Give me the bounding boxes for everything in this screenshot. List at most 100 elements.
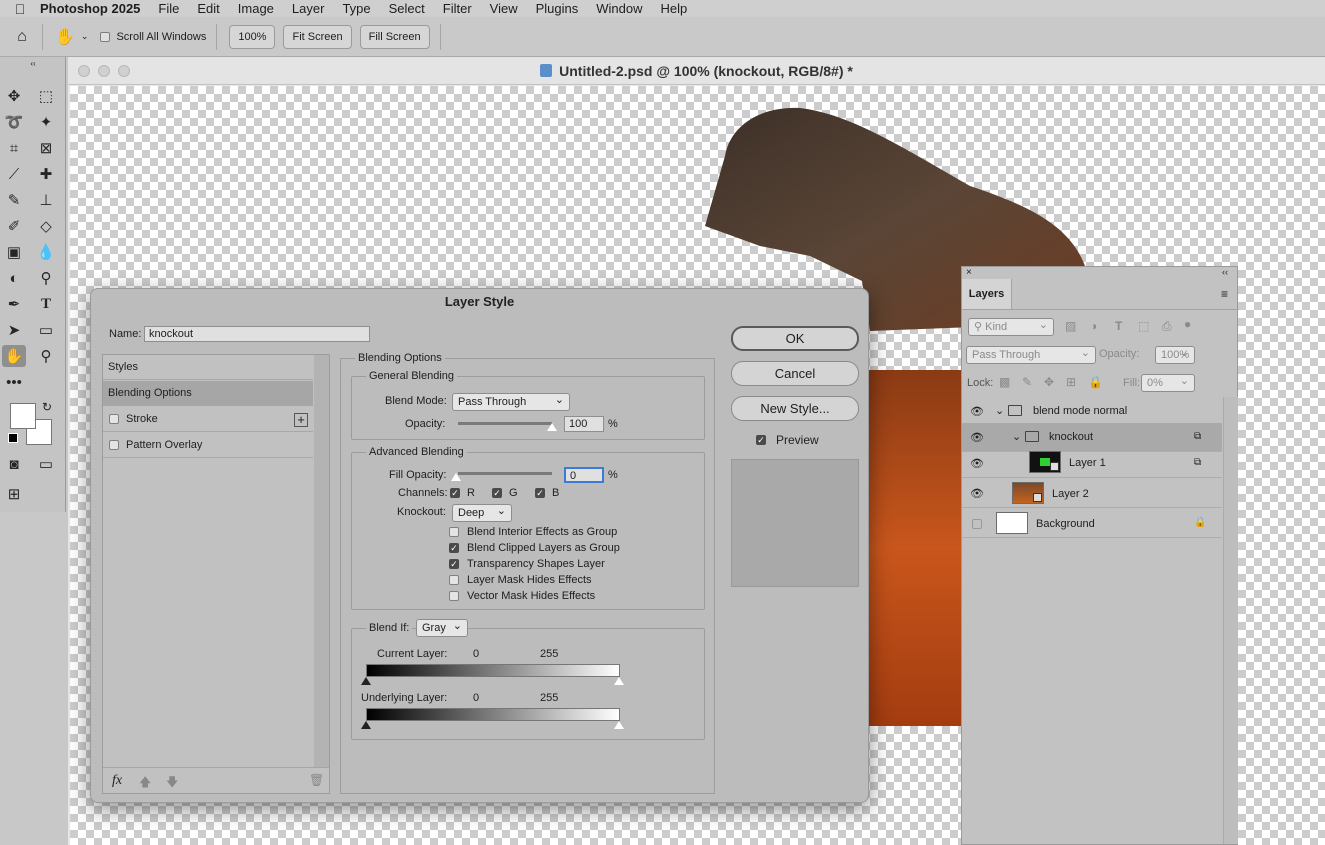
filter-pixel-icon[interactable]: ▨ (1065, 319, 1076, 333)
menu-type[interactable]: Type (342, 1, 370, 16)
layers-scrollbar[interactable] (1223, 397, 1238, 844)
gradient-tool-icon[interactable]: ▣ (2, 241, 26, 263)
opacity-slider-thumb[interactable] (547, 423, 557, 431)
dodge-tool-icon[interactable]: ◐ (2, 267, 26, 289)
menu-edit[interactable]: Edit (197, 1, 219, 16)
hand-tool-icon[interactable]: ✋ (55, 27, 75, 47)
filter-smart-object-icon[interactable]: ⎙ (1162, 319, 1172, 334)
close-icon[interactable] (78, 65, 90, 77)
menu-file[interactable]: File (158, 1, 179, 16)
brush-tool-icon[interactable]: ✎ (2, 189, 26, 211)
underlying-layer-gradient[interactable] (366, 708, 620, 721)
styles-list-item-pattern-overlay[interactable]: Pattern Overlay (103, 433, 313, 458)
current-layer-gradient[interactable] (366, 664, 620, 677)
layer-opacity-input[interactable]: 100% (1155, 345, 1195, 364)
layer-row-knockout[interactable]: 👁 ⌄ knockout ⧉ (962, 423, 1222, 452)
styles-list-scrollbar[interactable] (314, 355, 329, 767)
menu-image[interactable]: Image (238, 1, 274, 16)
lasso-tool-icon[interactable]: ➰ (2, 111, 26, 133)
eraser-tool-icon[interactable]: ◇ (34, 215, 58, 237)
frame-tool-icon[interactable]: ⊠ (34, 137, 58, 159)
fx-icon[interactable]: fx (112, 773, 122, 789)
fit-screen-button[interactable]: Fit Screen (283, 24, 352, 49)
menu-select[interactable]: Select (389, 1, 425, 16)
fill-opacity-slider-track[interactable] (458, 472, 552, 475)
foreground-color-swatch[interactable] (10, 403, 36, 429)
menu-filter[interactable]: Filter (443, 1, 472, 16)
path-selection-icon[interactable]: ➤ (2, 319, 26, 341)
rectangle-tool-icon[interactable]: ▭ (34, 319, 58, 341)
menu-help[interactable]: Help (661, 1, 688, 16)
lock-image-icon[interactable]: ✎ (1022, 375, 1032, 389)
blend-mode-dropdown[interactable]: Pass Through (452, 392, 570, 411)
disclosure-chevron-icon[interactable]: ⌄ (1012, 430, 1021, 443)
default-colors-icon[interactable] (8, 433, 18, 443)
visibility-empty-box[interactable] (972, 519, 982, 529)
layer-row-background[interactable]: Background 🔒 (962, 509, 1222, 538)
type-tool-icon[interactable]: T (34, 293, 58, 315)
move-down-icon[interactable]: 🡇 (166, 773, 178, 794)
add-stroke-icon[interactable]: + (294, 413, 308, 427)
marquee-tool-icon[interactable]: ⬚ (34, 85, 58, 107)
filter-shape-icon[interactable]: ⬚ (1138, 319, 1149, 333)
underlying-layer-white-thumb[interactable] (614, 721, 624, 729)
panel-menu-icon[interactable]: ≡ (1221, 287, 1228, 301)
knockout-dropdown[interactable]: Deep (452, 503, 512, 522)
cancel-button[interactable]: Cancel (731, 361, 859, 386)
underlying-layer-black-thumb[interactable] (361, 721, 371, 729)
scroll-all-checkbox[interactable] (100, 31, 111, 42)
panel-close-icon[interactable]: × (966, 267, 972, 278)
smudge-tool-icon[interactable]: ⚲ (34, 267, 58, 289)
healing-brush-icon[interactable]: ✚ (34, 163, 58, 185)
visibility-eye-icon[interactable]: 👁 (970, 405, 984, 418)
magic-wand-icon[interactable]: ✦ (34, 111, 58, 133)
name-field[interactable]: knockout (144, 326, 370, 342)
visibility-eye-icon[interactable]: 👁 (970, 431, 984, 444)
layer-row-blend-mode-normal[interactable]: 👁 ⌄ blend mode normal (962, 397, 1222, 426)
layer-mask-hides-checkbox[interactable] (449, 575, 459, 585)
styles-list-item-blending-options[interactable]: Blending Options (103, 381, 313, 406)
vector-mask-hides-checkbox[interactable] (449, 591, 459, 601)
quick-mask-icon[interactable]: ◙ (2, 453, 26, 475)
minimize-icon[interactable] (98, 65, 110, 77)
chevron-down-icon[interactable]: ⌄ (81, 31, 89, 42)
swap-colors-icon[interactable]: ↻ (42, 400, 52, 414)
blend-interior-effects-checkbox[interactable] (449, 527, 459, 537)
styles-list-item-stroke[interactable]: Stroke + (103, 407, 313, 432)
apple-icon[interactable]:  (0, 1, 40, 17)
ok-button[interactable]: OK (731, 326, 859, 351)
filter-adjustment-icon[interactable]: ◑ (1090, 319, 1097, 333)
current-layer-black-thumb[interactable] (361, 677, 371, 685)
eyedropper-icon[interactable]: ⟋ (2, 163, 26, 185)
tab-layers[interactable]: Layers (962, 279, 1012, 309)
fill-input[interactable]: 0% (1141, 373, 1195, 392)
stroke-checkbox[interactable] (109, 414, 119, 424)
menu-window[interactable]: Window (596, 1, 642, 16)
screen-mode-icon[interactable]: ▭ (34, 453, 58, 475)
disclosure-chevron-icon[interactable]: ⌄ (995, 404, 1004, 417)
zoom-100-button[interactable]: 100% (229, 24, 276, 49)
transparency-shapes-checkbox[interactable]: ✓ (449, 559, 459, 569)
channel-b-checkbox[interactable]: ✓ (535, 488, 545, 498)
crop-tool-icon[interactable]: ⌗ (2, 137, 26, 159)
lock-position-icon[interactable]: ✥ (1044, 375, 1054, 389)
edit-toolbar-icon[interactable]: ⊞ (2, 483, 26, 505)
lock-all-icon[interactable]: 🔒 (1088, 375, 1103, 389)
new-style-button[interactable]: New Style... (731, 396, 859, 421)
stamp-tool-icon[interactable]: ⊥ (34, 189, 58, 211)
layer-effects-icon[interactable]: ⧉ (1194, 457, 1201, 468)
hand-tool-icon[interactable]: ✋ (2, 345, 26, 367)
channel-g-checkbox[interactable]: ✓ (492, 488, 502, 498)
blend-if-dropdown[interactable]: Gray (416, 618, 468, 637)
menu-layer[interactable]: Layer (292, 1, 325, 16)
lock-artboard-icon[interactable]: ⊞ (1066, 375, 1076, 389)
opacity-input[interactable]: 100 (564, 416, 604, 432)
home-icon[interactable]: ⌂ (6, 28, 38, 46)
more-tools-icon[interactable]: ••• (2, 371, 26, 393)
opacity-slider-track[interactable] (458, 422, 552, 425)
visibility-eye-icon[interactable]: 👁 (970, 487, 984, 500)
app-menu[interactable]: Photoshop 2025 (40, 1, 140, 16)
preview-checkbox[interactable]: ✓ (756, 435, 766, 445)
fill-opacity-input[interactable]: 0 (564, 467, 604, 483)
filter-type-icon[interactable]: T (1115, 319, 1122, 333)
